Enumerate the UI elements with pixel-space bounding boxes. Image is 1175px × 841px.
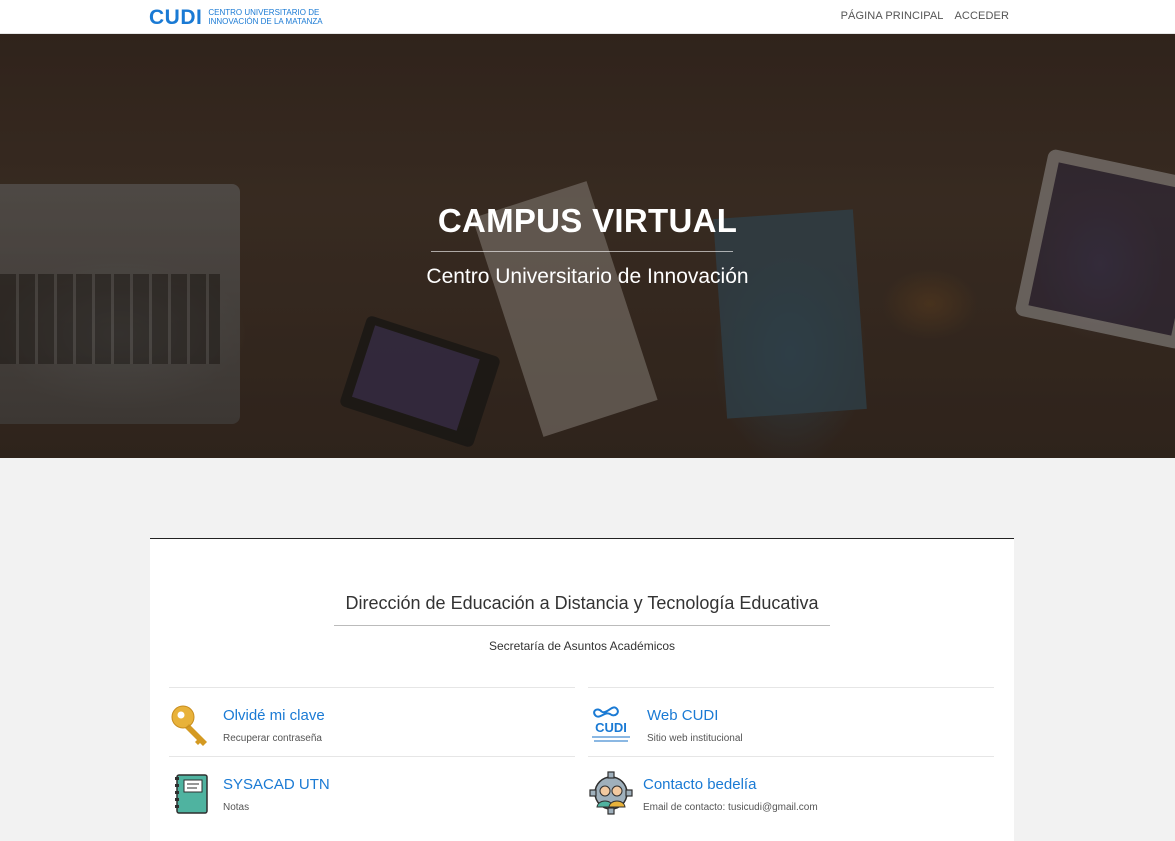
section-divider	[334, 625, 830, 626]
top-navbar: CUDI CENTRO UNIVERSITARIO DE INNOVACIÓN …	[0, 0, 1175, 34]
hero-divider	[431, 251, 733, 252]
key-icon	[169, 702, 215, 748]
link-description: Sitio web institucional	[647, 733, 743, 744]
links-card: Dirección de Educación a Distancia y Tec…	[150, 538, 1014, 841]
nav-login-link[interactable]: ACCEDER	[955, 10, 1010, 22]
link-title: Contacto bedelía	[643, 776, 757, 793]
cudi-icon-text: CUDI	[595, 720, 627, 735]
forgot-password-link[interactable]: Olvidé mi clave Recuperar contraseña	[169, 687, 575, 756]
hero-banner: CAMPUS VIRTUAL Centro Universitario de I…	[0, 34, 1175, 458]
nav-home-link[interactable]: PÁGINA PRINCIPAL	[841, 10, 944, 22]
logo-subtitle: CENTRO UNIVERSITARIO DE INNOVACIÓN DE LA…	[208, 8, 323, 26]
logo-mark: CUDI	[149, 5, 203, 29]
link-title: SYSACAD UTN	[223, 776, 330, 793]
contact-link[interactable]: Contacto bedelía Email de contacto: tusi…	[588, 756, 994, 825]
link-title: Olvidé mi clave	[223, 707, 325, 724]
section-subtitle: Secretaría de Asuntos Académicos	[488, 639, 676, 653]
hero-title: CAMPUS VIRTUAL	[437, 202, 738, 239]
sysacad-link[interactable]: SYSACAD UTN Notas	[169, 756, 575, 825]
link-description: Recuperar contraseña	[223, 733, 322, 744]
web-cudi-link[interactable]: CUDI Web CUDI Sitio web institucional	[588, 687, 994, 756]
section-title: Dirección de Educación a Distancia y Tec…	[345, 593, 819, 613]
link-description: Email de contacto: tusicudi@gmail.com	[643, 802, 818, 813]
hero-subtitle: Centro Universitario de Innovación	[426, 265, 749, 288]
notebook-icon	[169, 771, 215, 817]
link-title: Web CUDI	[647, 707, 719, 724]
cudi-logo-icon: CUDI	[588, 702, 634, 748]
main-nav: PÁGINA PRINCIPAL ACCEDER	[841, 10, 1009, 22]
cudi-logo[interactable]: CUDI CENTRO UNIVERSITARIO DE INNOVACIÓN …	[149, 4, 338, 30]
support-gear-icon	[588, 771, 634, 817]
link-description: Notas	[223, 802, 250, 813]
